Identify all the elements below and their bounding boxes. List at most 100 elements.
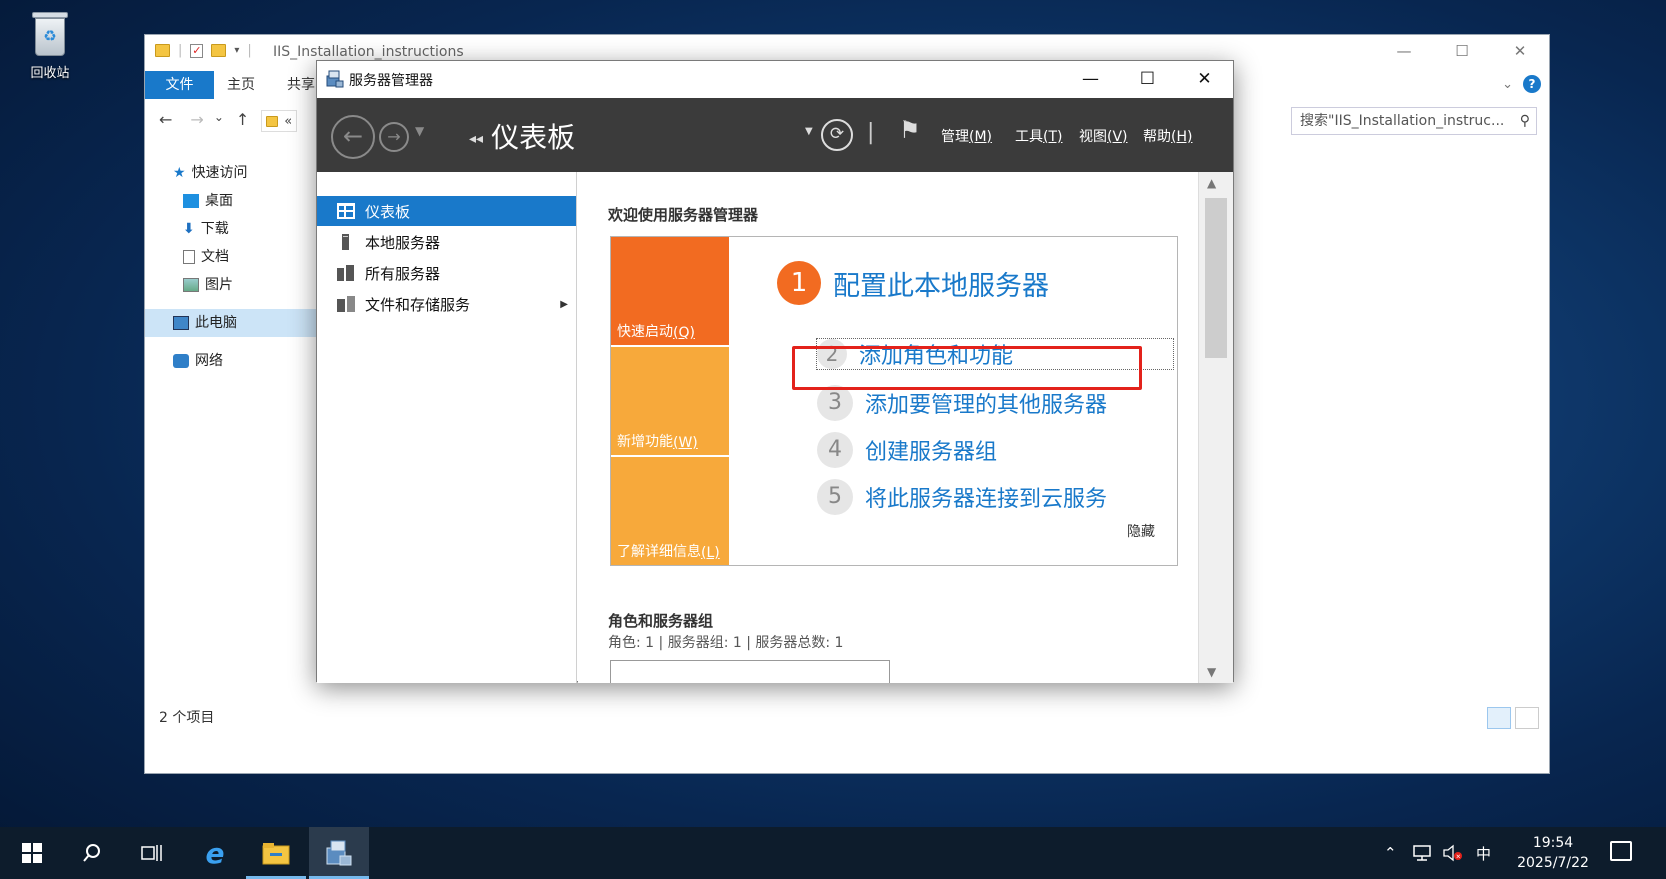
- roles-section-title: 角色和服务器组: [608, 612, 714, 630]
- step-add-servers-label: 添加要管理的其他服务器: [865, 393, 1108, 418]
- notifications-flag-icon[interactable]: ⚑: [899, 116, 921, 144]
- desktop-icon: [183, 194, 199, 208]
- svg-text:✕: ✕: [1456, 854, 1461, 861]
- scroll-up-icon[interactable]: ▲: [1207, 176, 1216, 190]
- start-button[interactable]: [2, 827, 62, 879]
- properties-icon[interactable]: ✓: [190, 43, 204, 58]
- sidebar-item-local-server[interactable]: 本地服务器: [317, 227, 576, 257]
- ribbon-tab-home[interactable]: 主页: [227, 71, 255, 99]
- tray-overflow-icon[interactable]: ⌃: [1384, 827, 1397, 879]
- nav-this-pc-label: 此电脑: [195, 315, 237, 331]
- sm-maximize-button[interactable]: ☐: [1119, 61, 1176, 98]
- nav-network[interactable]: 网络: [173, 347, 223, 375]
- step-connect-cloud[interactable]: 5 将此服务器连接到云服务: [817, 479, 1107, 515]
- network-status-icon[interactable]: [1412, 827, 1432, 879]
- step-number-badge: 5: [817, 479, 853, 515]
- hide-link[interactable]: 隐藏: [1127, 521, 1155, 541]
- internet-explorer-icon: e: [205, 836, 225, 870]
- history-dropdown-icon[interactable]: ▼: [415, 124, 424, 138]
- nav-quick-access[interactable]: ★ 快速访问: [173, 159, 248, 187]
- sm-close-button[interactable]: ✕: [1176, 61, 1233, 98]
- clock-time: 19:54: [1532, 835, 1574, 851]
- taskbar-server-manager-button[interactable]: [309, 827, 369, 879]
- search-icon: [83, 844, 100, 862]
- ribbon-tab-file[interactable]: 文件: [145, 71, 214, 99]
- expand-arrow-icon[interactable]: ▶: [560, 299, 568, 310]
- help-icon[interactable]: ?: [1523, 75, 1541, 93]
- system-clock[interactable]: 19:54 2025/7/22: [1512, 833, 1594, 873]
- file-explorer-icon: [262, 843, 290, 865]
- ribbon-tab-share[interactable]: 共享: [287, 71, 315, 99]
- nav-documents-label: 文档: [201, 249, 229, 265]
- menu-view[interactable]: 视图(V): [1079, 126, 1128, 146]
- nav-desktop-label: 桌面: [205, 193, 233, 209]
- refresh-dropdown-icon[interactable]: ▼: [805, 126, 813, 137]
- taskbar-ie-button[interactable]: e: [185, 827, 245, 879]
- sidebar-item-dashboard[interactable]: 仪表板: [317, 196, 576, 226]
- scrollbar-thumb[interactable]: [1205, 198, 1227, 358]
- forward-arrow-icon[interactable]: →: [190, 110, 203, 132]
- header-separator: |: [867, 120, 875, 145]
- new-folder-icon[interactable]: [211, 44, 227, 57]
- volume-muted-icon[interactable]: ✕: [1442, 827, 1464, 879]
- step-number-badge: 3: [817, 385, 853, 421]
- explorer-close-button[interactable]: ✕: [1491, 35, 1549, 67]
- step-create-group-label: 创建服务器组: [865, 440, 998, 465]
- action-center-icon[interactable]: [1610, 841, 1632, 861]
- nav-this-pc[interactable]: 此电脑: [145, 309, 317, 337]
- taskbar-explorer-button[interactable]: [246, 827, 306, 879]
- step-configure-local-server[interactable]: 1 配置此本地服务器: [777, 261, 1049, 305]
- recent-dropdown-icon[interactable]: ⌄: [214, 110, 224, 132]
- explorer-search-input[interactable]: 搜索"IIS_Installation_instruc... ⚲: [1291, 107, 1537, 135]
- nav-downloads-label: 下载: [200, 221, 229, 237]
- sidebar-label-local-server: 本地服务器: [365, 233, 441, 252]
- vertical-scrollbar[interactable]: ▲ ▼: [1198, 172, 1233, 683]
- forward-button[interactable]: →: [379, 122, 409, 152]
- nav-pictures[interactable]: 图片: [183, 271, 233, 299]
- tile-learn-more[interactable]: 了解详细信息 (L): [611, 457, 729, 565]
- nav-documents[interactable]: 文档: [183, 243, 229, 271]
- explorer-maximize-button[interactable]: ☐: [1433, 35, 1491, 67]
- refresh-button[interactable]: ⟳: [821, 119, 853, 151]
- sidebar-label-dashboard: 仪表板: [365, 202, 411, 221]
- step-create-server-group[interactable]: 4 创建服务器组: [817, 432, 997, 468]
- breadcrumb: ◂◂ 仪表板: [469, 116, 575, 156]
- ime-indicator[interactable]: 中: [1476, 827, 1491, 879]
- nav-desktop[interactable]: 桌面: [183, 187, 233, 215]
- recycle-bin-desktop-icon[interactable]: ♻ 回收站: [14, 8, 86, 88]
- scroll-down-icon[interactable]: ▼: [1207, 665, 1216, 679]
- task-view-button[interactable]: [122, 827, 182, 879]
- up-arrow-icon[interactable]: ↑: [236, 110, 249, 132]
- quick-access-dropdown-icon[interactable]: ▾: [234, 45, 239, 56]
- recycle-bin-label: 回收站: [30, 66, 70, 81]
- menu-tools[interactable]: 工具(T): [1015, 126, 1062, 146]
- address-breadcrumb[interactable]: «: [284, 114, 292, 129]
- sm-minimize-button[interactable]: —: [1062, 61, 1119, 98]
- role-card[interactable]: [610, 660, 890, 683]
- sidebar-item-file-storage[interactable]: 文件和存储服务 ▶: [317, 289, 576, 319]
- tile-quick-start[interactable]: 快速启动 (Q): [611, 237, 729, 345]
- explorer-minimize-button[interactable]: —: [1375, 35, 1433, 67]
- back-button[interactable]: ←: [331, 115, 375, 159]
- clock-date: 2025/7/22: [1517, 855, 1589, 871]
- back-arrow-icon[interactable]: ←: [159, 110, 172, 132]
- sidebar-label-file-storage: 文件和存储服务: [365, 295, 471, 314]
- nav-downloads[interactable]: ⬇ 下载: [183, 215, 229, 243]
- sidebar-item-all-servers[interactable]: 所有服务器: [317, 258, 576, 288]
- highlight-box: [792, 346, 1142, 390]
- tile-whats-new[interactable]: 新增功能 (W): [611, 347, 729, 455]
- menu-help[interactable]: 帮助(H): [1143, 126, 1192, 146]
- search-button[interactable]: [62, 827, 122, 879]
- step-add-other-servers[interactable]: 3 添加要管理的其他服务器: [817, 385, 1107, 421]
- server-manager-icon: [326, 840, 352, 866]
- step-configure-label: 配置此本地服务器: [833, 270, 1049, 302]
- nav-network-label: 网络: [195, 353, 223, 369]
- breadcrumb-chevron-icon: ◂◂: [469, 131, 484, 147]
- download-icon: ⬇: [183, 221, 195, 237]
- welcome-heading: 欢迎使用服务器管理器: [608, 206, 759, 224]
- large-icons-view-icon[interactable]: [1515, 707, 1539, 729]
- ribbon-expand-icon[interactable]: ⌄: [1502, 77, 1513, 92]
- menu-manage[interactable]: 管理(M): [941, 126, 992, 146]
- roles-summary: 角色: 1 | 服务器组: 1 | 服务器总数: 1: [608, 635, 844, 651]
- details-view-icon[interactable]: [1487, 707, 1511, 729]
